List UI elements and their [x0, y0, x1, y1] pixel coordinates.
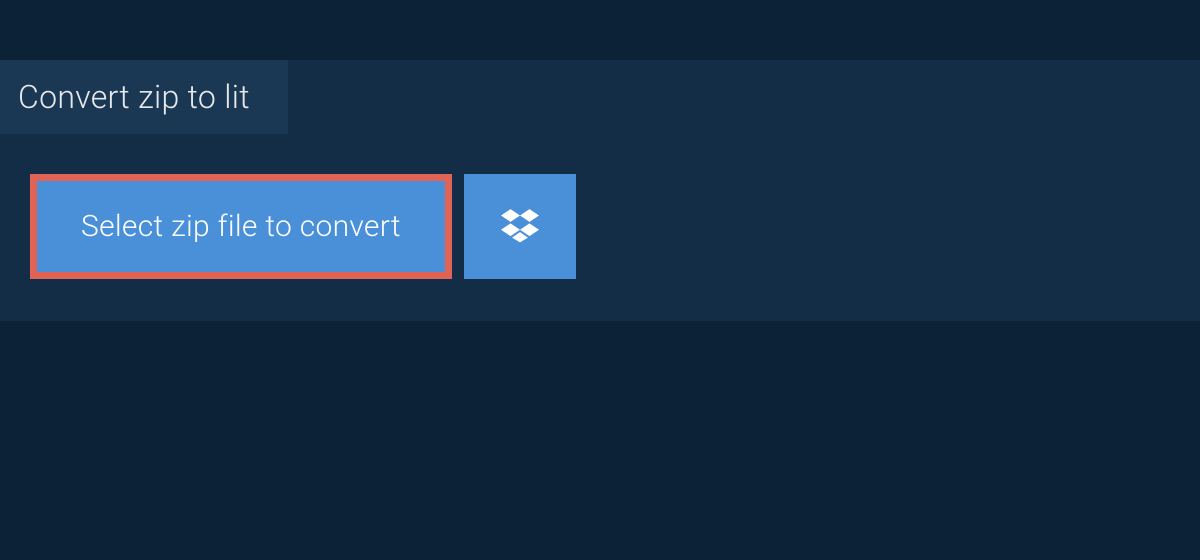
tab-title: Convert zip to lit: [18, 78, 250, 116]
dropbox-icon: [501, 206, 539, 248]
select-file-label: Select zip file to convert: [81, 209, 401, 244]
action-row: Select zip file to convert: [30, 174, 1200, 279]
dropbox-button[interactable]: [464, 174, 576, 279]
select-file-button[interactable]: Select zip file to convert: [30, 174, 452, 279]
converter-panel: Convert zip to lit Select zip file to co…: [0, 60, 1200, 321]
converter-tab[interactable]: Convert zip to lit: [0, 60, 288, 134]
